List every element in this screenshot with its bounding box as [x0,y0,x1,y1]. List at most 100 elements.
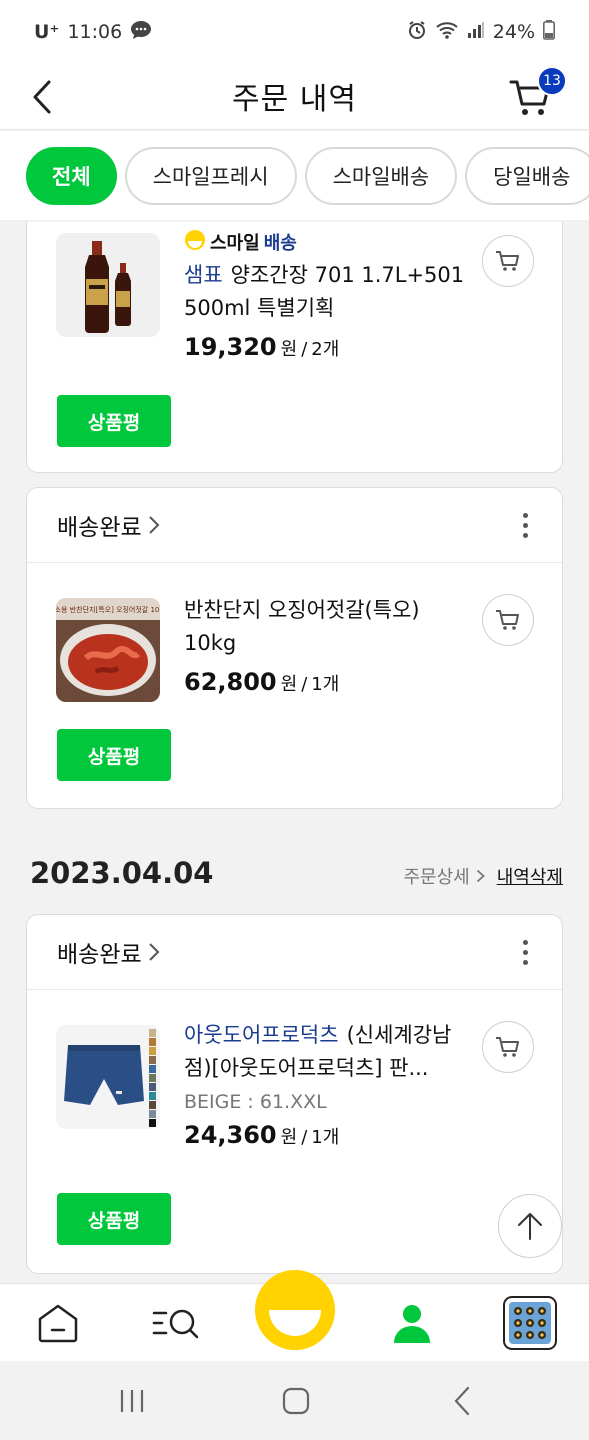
price-row: 24,360 원 / 1개 [184,1121,474,1149]
recent-apps-button[interactable] [102,1379,162,1423]
brand-name[interactable]: 샘표 [184,263,223,287]
home-system-button[interactable] [266,1379,326,1423]
review-button[interactable]: 상품평 [57,395,171,447]
product-thumbnail[interactable]: 업소용 반찬단지[특오] 오징어젓갈 10kg [56,598,160,702]
currency-unit: 원 [280,674,298,695]
currency-unit: 원 [280,339,298,360]
review-button[interactable]: 상품평 [57,1193,171,1245]
order-list[interactable]: 스마일 배송 샘표 양조간장 701 1.7L+501 500ml 특별기획 19… [0,222,589,1282]
brand-name[interactable]: 아웃도어프로덕츠 [184,1023,339,1047]
smile-delivery-badge: 스마일 배송 [184,229,474,255]
battery-label: 24% [492,21,535,43]
carrier-label: U⁺ [34,21,60,43]
price: 24,360 [184,1121,277,1149]
smile-club-button[interactable] [255,1270,335,1350]
more-options-button[interactable] [517,507,534,544]
chevron-right-icon [148,943,160,961]
smile-label: 스마일 [210,233,260,254]
signal-icon [467,21,485,44]
page-title: 주문 내역 [232,82,357,117]
filter-chip-smile-fresh[interactable]: 스마일프레시 [124,146,297,205]
delivery-status-link[interactable]: 배송완료 [57,935,160,969]
back-arrow-icon [454,1386,470,1416]
price-row: 62,800 원 / 1개 [184,668,474,696]
home-circle-icon [282,1387,310,1415]
product-name[interactable]: 샘표 양조간장 701 1.7L+501 500ml 특별기획 [184,259,474,325]
category-search-icon [152,1309,199,1339]
card-header: 배송완료 [27,488,562,563]
delete-history-link[interactable]: 내역삭제 [497,863,563,889]
filter-chip-smile-delivery[interactable]: 스마일배송 [304,146,458,205]
app-header: 주문 내역 13 [0,64,589,130]
quantity: 2개 [311,339,340,360]
order-date-row: 2023.04.04 주문상세 내역삭제 [30,856,563,890]
divider: / [301,339,308,360]
thumbnail-caption: 업소용 반찬단지[특오] 오징어젓갈 10kg [56,605,160,614]
divider: / [301,1127,308,1148]
product-info: 아웃도어프로덕츠 (신세계강남점)[아웃도어프로덕츠] 판... BEIGE : … [184,1019,474,1149]
filter-chips: 전체 스마일프레시 스마일배송 당일배송 [0,131,589,221]
product-name[interactable]: 반찬단지 오징어젓갈(특오) 10kg [184,594,474,660]
alarm-icon [407,20,427,45]
cart-icon [496,1037,519,1057]
cart-icon [496,251,519,271]
add-to-cart-button[interactable] [482,235,534,287]
tab-my-page[interactable] [372,1284,452,1362]
product-option: BEIGE : 61.XXL [184,1091,327,1113]
home-icon [38,1304,78,1343]
person-icon [394,1305,430,1343]
add-to-cart-button[interactable] [482,594,534,646]
recent-product-icon [503,1296,557,1350]
tab-recent-view[interactable] [490,1284,570,1362]
review-button[interactable]: 상품평 [57,729,171,781]
delivery-status: 배송완료 [57,942,142,968]
cart-icon [496,610,519,630]
recent-apps-icon [120,1390,144,1412]
product-name[interactable]: 아웃도어프로덕츠 (신세계강남점)[아웃도어프로덕츠] 판... [184,1019,474,1085]
product-thumbnail[interactable] [56,1025,160,1129]
quantity: 1개 [311,674,340,695]
smile-face-icon [255,1270,335,1350]
wifi-icon [435,20,459,45]
status-bar: U⁺ 11:06 24% [0,0,589,64]
order-card: 배송완료 업소용 반찬단지[특오] 오징어젓갈 10kg 반찬단지 오징어젓갈(… [26,487,563,809]
chevron-right-icon [476,869,485,883]
chevron-right-icon [148,516,160,534]
filter-chip-same-day[interactable]: 당일배송 [465,146,589,205]
currency-unit: 원 [280,1127,298,1148]
system-navigation-bar [0,1361,589,1440]
delivery-label: 배송 [263,233,297,254]
battery-icon [543,19,555,45]
tab-home[interactable] [18,1284,98,1362]
smile-face-icon [184,229,206,256]
order-date: 2023.04.04 [30,856,214,890]
chat-icon [130,20,152,45]
order-card: 배송완료 아웃도어프로덕츠 (신세계강남점)[아웃도어프로덕츠] 판... BE… [26,914,563,1274]
product-info: 반찬단지 오징어젓갈(특오) 10kg 62,800 원 / 1개 [184,594,474,696]
product-thumbnail[interactable] [56,233,160,337]
more-options-button[interactable] [517,934,534,971]
divider: / [301,674,308,695]
order-actions: 주문상세 내역삭제 [404,863,564,889]
scroll-to-top-button[interactable] [498,1194,562,1258]
arrow-up-icon [518,1213,542,1240]
quantity: 1개 [311,1127,340,1148]
add-to-cart-button[interactable] [482,1021,534,1073]
filter-chip-all[interactable]: 전체 [26,146,117,205]
price-row: 19,320 원 / 2개 [184,333,474,361]
order-detail-label: 주문상세 [403,867,470,888]
delivery-status: 배송완료 [57,515,142,541]
clock: 11:06 [67,21,123,43]
system-back-button[interactable] [432,1379,492,1423]
price: 19,320 [184,333,277,361]
delivery-status-link[interactable]: 배송완료 [57,508,160,542]
order-card: 스마일 배송 샘표 양조간장 701 1.7L+501 500ml 특별기획 19… [26,222,563,473]
product-info: 스마일 배송 샘표 양조간장 701 1.7L+501 500ml 특별기획 19… [184,229,474,361]
cart-button[interactable]: 13 [507,66,567,122]
cart-count-badge: 13 [537,66,567,96]
price: 62,800 [184,668,277,696]
product-title: 양조간장 701 1.7L+501 500ml 특별기획 [184,263,465,320]
card-header: 배송완료 [27,915,562,990]
order-detail-link[interactable]: 주문상세 [404,863,485,889]
tab-category-search[interactable] [136,1284,216,1362]
